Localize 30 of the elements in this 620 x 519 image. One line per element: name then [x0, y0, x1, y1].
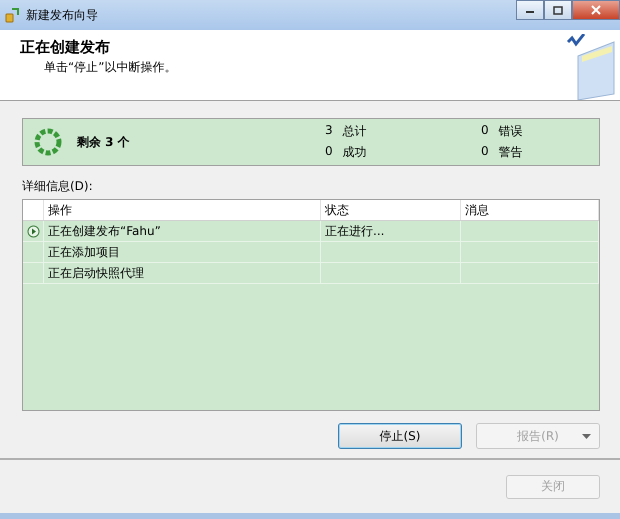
current-step-icon — [26, 224, 40, 238]
stat-count: 3 — [325, 123, 333, 139]
stat-count: 0 — [481, 123, 489, 139]
maximize-icon — [553, 6, 563, 14]
close-icon — [591, 5, 601, 15]
table-cell: 正在启动快照代理 — [48, 264, 144, 282]
stat-label: 警告 — [498, 144, 523, 161]
wizard-icon — [4, 7, 20, 23]
page-subtitle: 单击“停止”以中断操作。 — [43, 59, 176, 76]
page-title: 正在创建发布 — [20, 38, 111, 57]
column-header[interactable]: 操作 — [44, 200, 321, 220]
maximize-button[interactable] — [544, 0, 572, 20]
column-header[interactable]: 状态 — [321, 200, 461, 220]
close-button[interactable] — [572, 0, 620, 20]
stat-label: 错误 — [498, 123, 523, 140]
progress-spinner-icon — [33, 127, 63, 157]
stat-count: 0 — [481, 144, 489, 160]
column-header[interactable]: 消息 — [461, 200, 599, 220]
remaining-count: 剩余 3 个 — [77, 134, 131, 150]
stat-label: 总计 — [342, 123, 367, 140]
table-cell: 正在创建发布“Fahu” — [48, 222, 161, 240]
minimize-button[interactable] — [516, 0, 544, 20]
window-title: 新建发布向导 — [26, 6, 98, 24]
caret-icon — [582, 434, 591, 439]
details-label: 详细信息(D): — [22, 178, 94, 195]
stop-button[interactable]: 停止(S) — [338, 423, 462, 449]
table-cell: 正在进行... — [325, 222, 384, 240]
stat-count: 0 — [325, 144, 333, 160]
table-cell: 正在添加项目 — [48, 244, 120, 260]
stat-label: 成功 — [342, 144, 367, 161]
